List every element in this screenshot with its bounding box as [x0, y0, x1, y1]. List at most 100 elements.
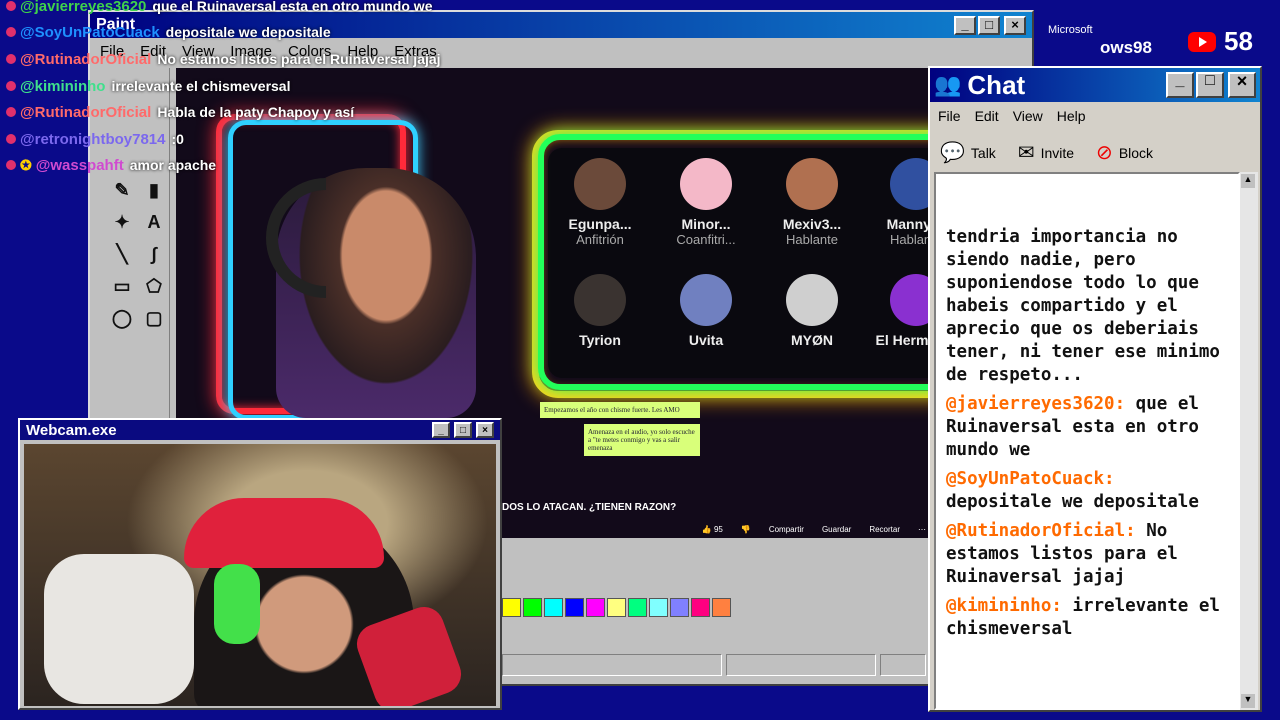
- overlay-line: @retronightboy7814 :0: [0, 127, 184, 151]
- participant: Egunpa... Anfitrión: [548, 158, 652, 247]
- participant-role: Anfitrión: [576, 232, 624, 247]
- spaces-panel: Egunpa... Anfitrión Minor... Coanfitri..…: [548, 148, 968, 378]
- save-button[interactable]: Guardar: [822, 525, 851, 534]
- chat-menu-help[interactable]: Help: [1057, 108, 1086, 124]
- webcam-feed: [24, 444, 496, 706]
- color-swatch[interactable]: [586, 598, 605, 617]
- participant-name: MYØN: [791, 332, 833, 348]
- color-swatch[interactable]: [502, 598, 521, 617]
- overlay-message: :0: [171, 131, 184, 147]
- red-cap: [184, 498, 384, 568]
- rectangle-icon[interactable]: ▭: [108, 272, 136, 300]
- text-icon[interactable]: A: [140, 208, 168, 236]
- overlay-user: @kimininho: [20, 77, 106, 95]
- polygon-icon[interactable]: ⬠: [140, 272, 168, 300]
- color-swatch[interactable]: [649, 598, 668, 617]
- chat-message: @javierreyes3620: que el Ruinaversal est…: [946, 393, 1230, 462]
- youtube-icon: [1188, 31, 1216, 52]
- airbrush-icon[interactable]: ✦: [108, 208, 136, 236]
- participant-role: Coanfitri...: [676, 232, 736, 247]
- avatar: [786, 274, 838, 326]
- chat-window: 👥 Chat _ □ × File Edit View Help 💬 Talk ✉…: [928, 66, 1262, 712]
- participant: Mexiv3... Hablante: [760, 158, 864, 247]
- message-text: tendria importancia no siendo nadie, per…: [946, 227, 1220, 385]
- viewer-count: 58: [1224, 26, 1253, 56]
- minimize-button[interactable]: _: [1166, 72, 1194, 98]
- overlay-message: No estamos listos para el Ruinaversal ja…: [157, 51, 441, 67]
- block-icon: ⊘: [1096, 142, 1113, 164]
- participant-name: Uvita: [688, 332, 724, 348]
- note: Amenaza en el audio, yo solo escuche a "…: [584, 424, 700, 456]
- maximize-button[interactable]: □: [1196, 72, 1224, 98]
- chat-toolbar: 💬 Talk ✉ Invite ⊘ Block: [930, 130, 1260, 175]
- participant: Tyrion: [548, 274, 652, 348]
- chat-message: @RutinadorOficial: No estamos listos par…: [946, 520, 1230, 589]
- share-button[interactable]: Compartir: [769, 525, 804, 534]
- close-button[interactable]: ×: [1228, 72, 1256, 98]
- color-swatch[interactable]: [670, 598, 689, 617]
- participant-name: Mexiv3...: [782, 216, 842, 232]
- overlay-message: que el Ruinaversal esta en otro mundo we: [152, 0, 433, 14]
- ellipse-icon[interactable]: ◯: [108, 304, 136, 332]
- color-swatch[interactable]: [628, 598, 647, 617]
- dislike-icon[interactable]: 👎: [741, 525, 751, 534]
- rounded-rect-icon[interactable]: ▢: [140, 304, 168, 332]
- avatar: [574, 274, 626, 326]
- close-button[interactable]: ×: [476, 422, 494, 438]
- participant-role: Hablante: [785, 232, 839, 247]
- color-swatch[interactable]: [712, 598, 731, 617]
- star-icon: ✪: [20, 156, 32, 173]
- brush-icon[interactable]: ▮: [140, 176, 168, 204]
- green-headset: [214, 564, 260, 644]
- participant-name: Egunpa...: [568, 216, 632, 232]
- chat-menu-view[interactable]: View: [1013, 108, 1043, 124]
- avatar: [680, 274, 732, 326]
- block-label: Block: [1118, 144, 1154, 161]
- talk-icon: 💬: [940, 142, 965, 164]
- invite-button[interactable]: ✉ Invite: [1018, 140, 1074, 165]
- like-button[interactable]: 👍 95: [702, 525, 723, 534]
- minimize-button[interactable]: _: [432, 422, 450, 438]
- overlay-message: amor apache: [129, 157, 217, 173]
- color-swatch[interactable]: [607, 598, 626, 617]
- message-user: @kimininho:: [946, 596, 1062, 616]
- participant-name: Minor...: [681, 216, 731, 232]
- maximize-button[interactable]: □: [454, 422, 472, 438]
- color-swatch[interactable]: [523, 598, 542, 617]
- maximize-button[interactable]: □: [978, 16, 1000, 35]
- minimize-button[interactable]: _: [954, 16, 976, 35]
- color-swatch[interactable]: [691, 598, 710, 617]
- chat-menu-edit[interactable]: Edit: [975, 108, 999, 124]
- chat-scrollbar[interactable]: ▲ ▼: [1240, 172, 1258, 710]
- close-button[interactable]: ×: [1004, 16, 1026, 35]
- more-icon[interactable]: ⋯: [918, 525, 926, 534]
- webcam-window: Webcam.exe _ □ ×: [18, 418, 502, 710]
- overlay-user: @retronightboy7814: [20, 130, 166, 148]
- participant: Minor... Coanfitri...: [654, 158, 758, 247]
- curve-icon[interactable]: ∫: [140, 240, 168, 268]
- overlay-user: @javierreyes3620: [20, 0, 147, 15]
- webcam-title-bar[interactable]: Webcam.exe: [20, 420, 500, 440]
- talk-button[interactable]: 💬 Talk: [940, 140, 996, 165]
- scroll-up-icon[interactable]: ▲: [1241, 174, 1255, 188]
- color-swatch[interactable]: [544, 598, 563, 617]
- chat-menu-file[interactable]: File: [938, 108, 961, 124]
- pencil-icon[interactable]: ✎: [108, 176, 136, 204]
- color-swatch[interactable]: [565, 598, 584, 617]
- message-user: @SoyUnPatoCuack:: [946, 469, 1115, 489]
- microsoft-label: Microsoft: [1048, 24, 1093, 36]
- overlay-user: @SoyUnPatoCuack: [20, 23, 160, 41]
- scroll-down-icon[interactable]: ▼: [1241, 694, 1255, 708]
- participant: MYØN: [760, 274, 864, 348]
- message-user: @javierreyes3620:: [946, 394, 1126, 414]
- badge-icon: [6, 1, 16, 11]
- talk-label: Talk: [970, 144, 996, 161]
- clip-button[interactable]: Recortar: [869, 525, 900, 534]
- overlay-user: @RutinadorOficial: [20, 103, 152, 121]
- note: Empezamos el año con chisme fuerte. Les …: [540, 402, 700, 418]
- notes-area: Empezamos el año con chisme fuerte. Les …: [540, 402, 700, 462]
- video-title: DOS LO ATACAN. ¿TIENEN RAZON?: [502, 502, 677, 513]
- line-icon[interactable]: ╲: [108, 240, 136, 268]
- block-button[interactable]: ⊘ Block: [1096, 140, 1153, 165]
- chat-message: @SoyUnPatoCuack: depositale we deposital…: [946, 468, 1230, 514]
